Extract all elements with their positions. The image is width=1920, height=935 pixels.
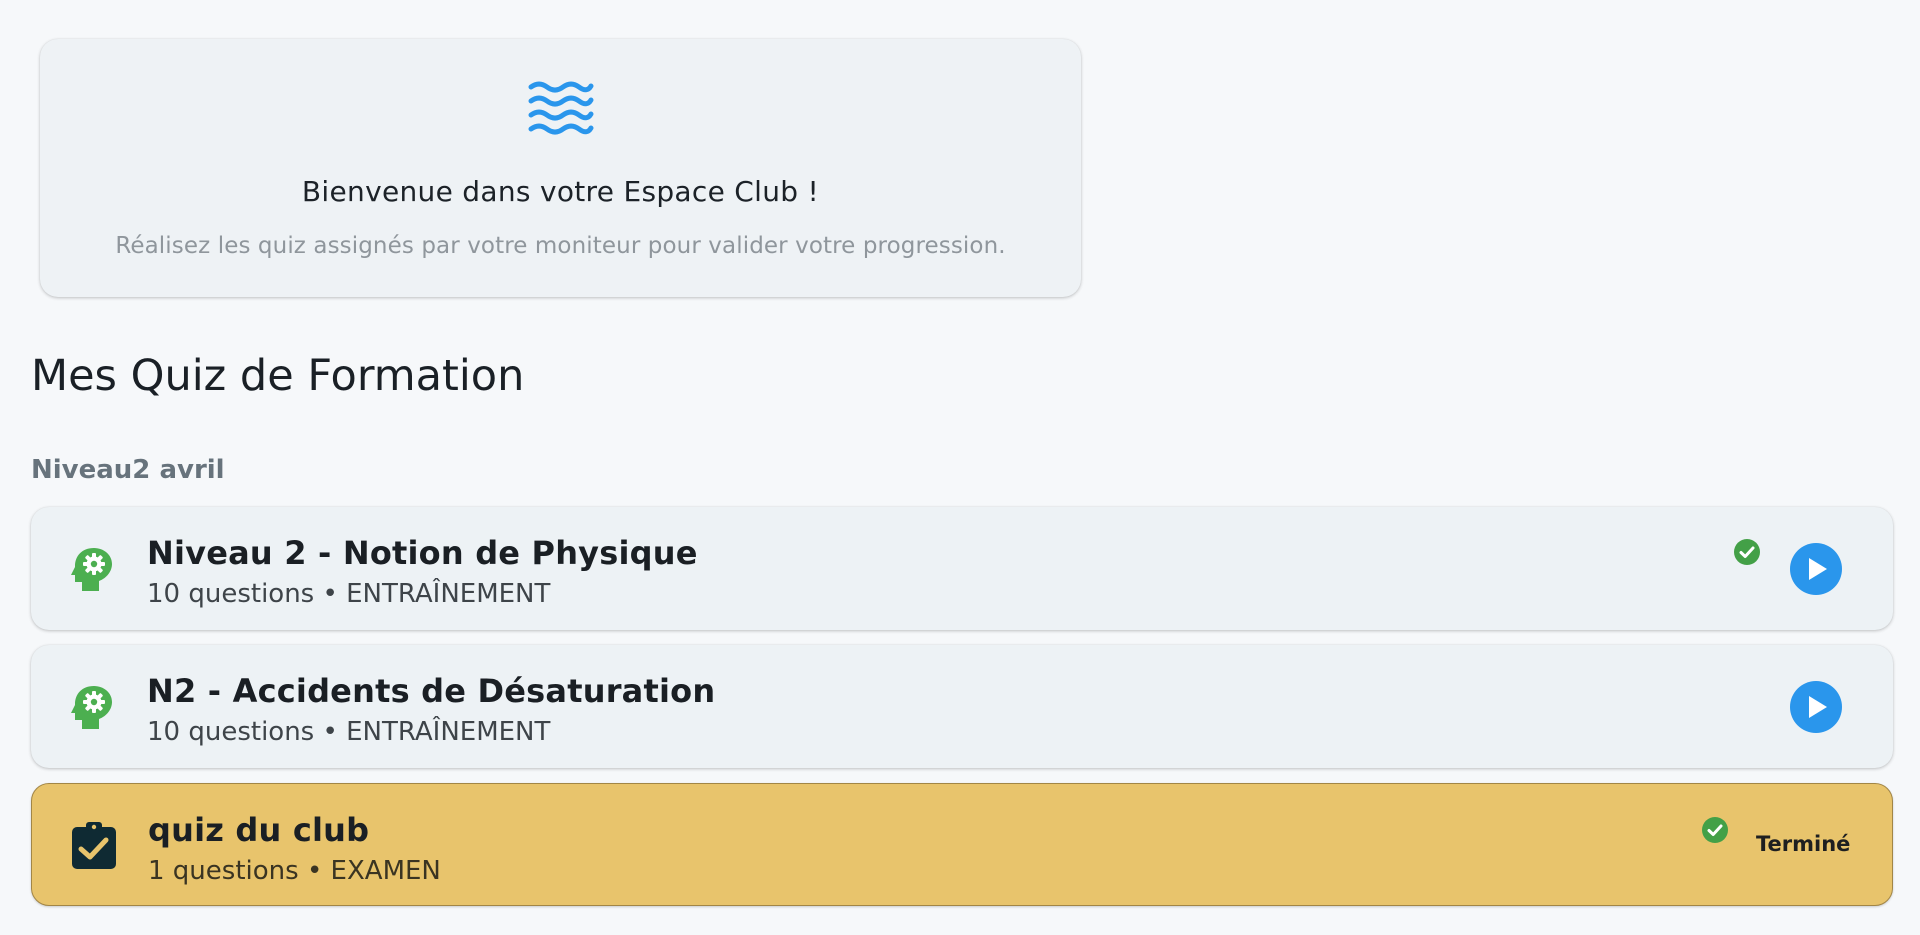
check-circle-icon — [1734, 539, 1760, 565]
play-button[interactable] — [1790, 543, 1842, 595]
play-button[interactable] — [1790, 681, 1842, 733]
assignment-turned-in-icon — [72, 822, 116, 869]
quiz-title: Niveau 2 - Notion de Physique — [147, 534, 698, 572]
welcome-card: Bienvenue dans votre Espace Club ! Réali… — [40, 39, 1081, 297]
page: Bienvenue dans votre Espace Club ! Réali… — [0, 0, 1920, 935]
welcome-subtitle: Réalisez les quiz assignés par votre mon… — [115, 233, 1006, 259]
quiz-title: quiz du club — [148, 811, 370, 849]
waves-icon — [528, 81, 594, 135]
quiz-title: N2 - Accidents de Désaturation — [147, 672, 716, 710]
play-icon — [1809, 696, 1827, 718]
psychology-icon — [71, 548, 112, 591]
quiz-card[interactable]: N2 - Accidents de Désaturation 10 questi… — [31, 645, 1893, 768]
quiz-meta: 10 questions • ENTRAÎNEMENT — [147, 717, 551, 747]
quiz-meta: 10 questions • ENTRAÎNEMENT — [147, 579, 551, 609]
check-circle-icon — [1702, 817, 1728, 843]
play-icon — [1809, 558, 1827, 580]
group-label: Niveau2 avril — [31, 455, 225, 485]
quiz-card[interactable]: Niveau 2 - Notion de Physique 10 questio… — [31, 507, 1893, 630]
section-title: Mes Quiz de Formation — [31, 351, 525, 401]
quiz-card-exam[interactable]: quiz du club 1 questions • EXAMEN Termin… — [31, 783, 1893, 906]
welcome-title: Bienvenue dans votre Espace Club ! — [301, 175, 820, 208]
quiz-meta: 1 questions • EXAMEN — [148, 856, 441, 886]
psychology-icon — [71, 686, 112, 729]
status-label: Terminé — [1756, 832, 1851, 856]
